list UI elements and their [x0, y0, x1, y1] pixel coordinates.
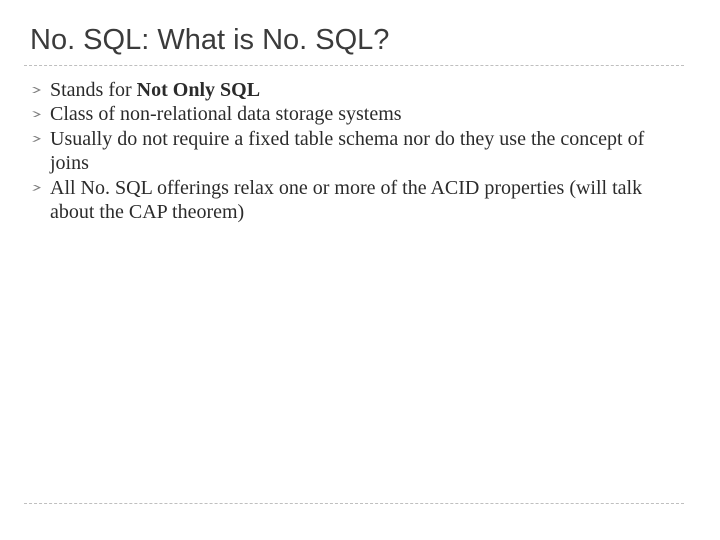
title-divider [24, 65, 684, 66]
list-item: Class of non-relational data storage sys… [28, 102, 680, 126]
list-item: All No. SQL offerings relax one or more … [28, 176, 680, 225]
bullet-list: Stands for Not Only SQL Class of non-rel… [24, 78, 684, 224]
list-item: Stands for Not Only SQL [28, 78, 680, 102]
slide-title: No. SQL: What is No. SQL? [30, 24, 684, 57]
bullet-text-bold: Not Only SQL [137, 79, 260, 101]
footer-divider [24, 503, 684, 504]
bullet-text-pre: All No. SQL offerings relax one or more … [50, 177, 642, 223]
bullet-text-pre: Stands for [50, 79, 137, 101]
bullet-text-pre: Class of non-relational data storage sys… [50, 103, 402, 125]
list-item: Usually do not require a fixed table sch… [28, 127, 680, 176]
bullet-text-pre: Usually do not require a fixed table sch… [50, 128, 644, 174]
slide: No. SQL: What is No. SQL? Stands for Not… [0, 0, 720, 540]
